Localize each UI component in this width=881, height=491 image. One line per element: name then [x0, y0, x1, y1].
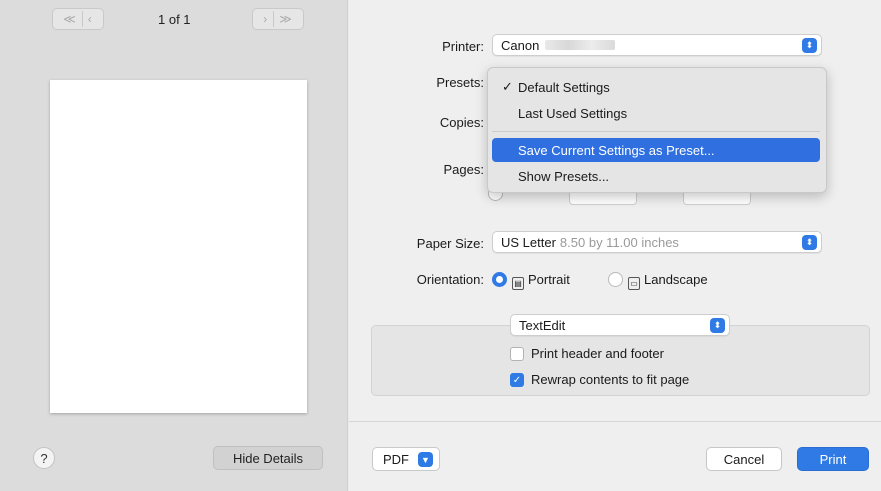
paper-size-dimensions: 8.50 by 11.00 inches — [559, 234, 679, 250]
printer-label: Printer: — [442, 39, 484, 54]
menu-item-label: Save Current Settings as Preset... — [518, 142, 715, 158]
page-nav-back-group[interactable]: ≪ ‹ — [52, 8, 104, 30]
hide-details-button[interactable]: Hide Details — [213, 446, 323, 470]
app-section-popup[interactable]: TextEdit ⬍ — [510, 314, 730, 336]
menu-item-last-used-settings[interactable]: Last Used Settings — [492, 101, 820, 125]
print-header-footer-checkbox[interactable] — [510, 347, 524, 361]
menu-item-label: Default Settings — [518, 79, 610, 95]
chevron-down-icon: ▼ — [418, 452, 433, 467]
landscape-radio[interactable] — [608, 272, 623, 287]
next-page-icon[interactable]: › — [258, 12, 273, 26]
page-count: 1 of 1 — [158, 12, 191, 27]
portrait-label: Portrait — [528, 272, 570, 287]
orientation-label: Orientation: — [416, 272, 484, 287]
help-button[interactable]: ? — [33, 447, 55, 469]
paper-size-popup[interactable]: US Letter 8.50 by 11.00 inches ⬍ — [492, 231, 822, 253]
presets-label: Presets: — [436, 75, 484, 90]
page-nav-forward-group[interactable]: › ≫ — [252, 8, 304, 30]
paper-size-value: US Letter — [501, 234, 556, 250]
rewrap-contents-checkbox[interactable]: ✓ — [510, 373, 524, 387]
footer-divider — [349, 421, 881, 422]
up-down-stepper-icon: ⬍ — [802, 235, 817, 250]
paper-size-label: Paper Size: — [416, 236, 484, 251]
menu-item-label: Last Used Settings — [518, 105, 628, 121]
first-page-icon[interactable]: ≪ — [58, 12, 82, 26]
landscape-orientation-icon: ▭ — [628, 277, 640, 290]
pdf-menu-button[interactable]: PDF ▼ — [372, 447, 440, 471]
menu-item-save-current-settings[interactable]: Save Current Settings as Preset... — [492, 138, 820, 162]
print-button[interactable]: Print — [797, 447, 869, 471]
cancel-button[interactable]: Cancel — [706, 447, 782, 471]
app-section-value: TextEdit — [519, 317, 566, 333]
presets-menu: Default Settings Last Used Settings Save… — [487, 67, 827, 193]
menu-item-label: Show Presets... — [518, 168, 610, 184]
pages-label: Pages: — [443, 162, 484, 177]
last-page-icon[interactable]: ≫ — [274, 12, 298, 26]
pdf-label: PDF — [383, 451, 409, 467]
print-dialog: ≪ ‹ 1 of 1 › ≫ ? Hide Details Printer: C… — [0, 0, 881, 491]
printer-popup[interactable]: Canon ⬍ — [492, 34, 822, 56]
printer-model-redacted — [545, 40, 616, 50]
menu-separator — [492, 131, 820, 132]
landscape-label: Landscape — [644, 272, 708, 287]
printer-value: Canon — [501, 37, 540, 53]
landscape-option[interactable]: ▭ Landscape — [628, 272, 708, 290]
portrait-orientation-icon: ▤ — [512, 277, 524, 290]
menu-item-show-presets[interactable]: Show Presets... — [492, 164, 820, 188]
previous-page-icon[interactable]: ‹ — [83, 12, 98, 26]
up-down-stepper-icon: ⬍ — [710, 318, 725, 333]
preview-pane: ≪ ‹ 1 of 1 › ≫ ? Hide Details — [0, 0, 348, 491]
page-preview — [50, 80, 307, 413]
portrait-option[interactable]: ▤ Portrait — [512, 272, 570, 290]
menu-item-default-settings[interactable]: Default Settings — [492, 75, 820, 99]
print-header-footer-label: Print header and footer — [531, 346, 664, 361]
rewrap-contents-label: Rewrap contents to fit page — [531, 372, 690, 387]
portrait-radio[interactable] — [492, 272, 507, 287]
up-down-stepper-icon: ⬍ — [802, 38, 817, 53]
copies-label: Copies: — [439, 115, 484, 130]
